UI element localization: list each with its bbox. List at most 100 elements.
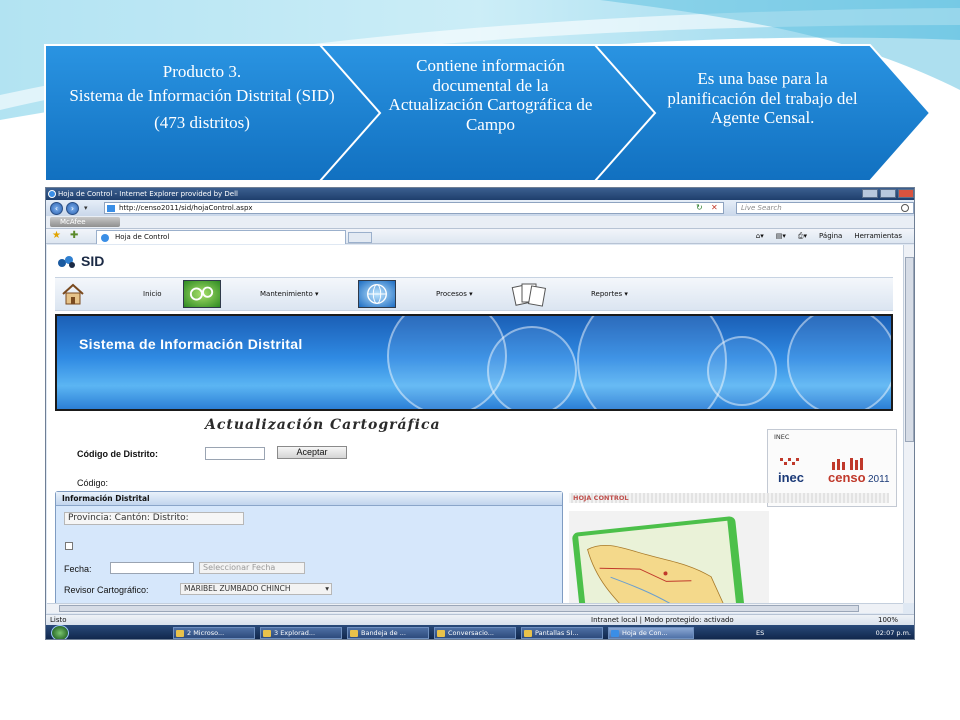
forward-button[interactable]: › (66, 202, 79, 215)
menu-procesos[interactable]: Procesos ▾ (436, 278, 473, 310)
chevron-down-icon: ▾ (624, 290, 628, 298)
aceptar-button[interactable]: Aceptar (277, 446, 347, 459)
refresh-icon[interactable]: ↻ (696, 203, 703, 212)
hoja-control-header: HOJA CONTROL (569, 493, 889, 503)
sid-logo-icon (58, 256, 75, 268)
favorites-tab-bar: ★ ✚ Hoja de Control ⌂▾ ▤▾ ⎙▾ Página Herr… (46, 229, 914, 244)
favorites-star-icon[interactable]: ★ (52, 231, 61, 241)
seleccionar-fecha-button[interactable]: Seleccionar Fecha (199, 562, 305, 574)
revisor-label: Revisor Cartográfico: (64, 585, 149, 595)
minimize-button[interactable] (862, 189, 878, 198)
page-menu[interactable]: Página (819, 232, 842, 241)
chevron-down-icon: ▾ (469, 290, 473, 298)
taskbar-item[interactable]: 3 Explorad... (260, 627, 342, 639)
chevron-down-icon: ▾ (325, 584, 329, 593)
app-icon (437, 630, 445, 637)
chevron-1-line2: Sistema de Información Distrital (SID) (69, 85, 335, 105)
revisor-value: MARIBEL ZUMBADO CHINCH (184, 584, 291, 593)
menu-procesos-label: Procesos (436, 290, 467, 298)
app-icon (263, 630, 271, 637)
info-checkbox[interactable] (65, 542, 73, 550)
censo-year: 2011 (868, 474, 890, 485)
horizontal-scrollbar[interactable] (47, 603, 903, 613)
taskbar-item-label: Hoja de Con... (622, 629, 668, 637)
new-tab-button[interactable] (348, 232, 372, 243)
tools-menu[interactable]: Herramientas (854, 232, 902, 241)
tab-label: Hoja de Control (115, 233, 170, 241)
add-favorites-icon[interactable]: ✚ (70, 231, 78, 241)
banner-bubble (707, 336, 777, 406)
tab-page-icon (101, 234, 109, 242)
info-panel-header: Información Distrital (56, 492, 562, 506)
mcafee-button[interactable]: McAfee (50, 217, 120, 227)
command-bar: ⌂▾ ▤▾ ⎙▾ Página Herramientas (756, 232, 902, 241)
app-icon (350, 630, 358, 637)
feeds-icon[interactable]: ▤▾ (776, 232, 786, 241)
address-bar-row: ‹ › ▾ http://censo2011/sid/hojaControl.a… (46, 200, 914, 216)
start-button[interactable] (51, 625, 69, 639)
taskbar-item[interactable]: Bandeja de ... (347, 627, 429, 639)
banner-bubble (787, 316, 891, 409)
taskbar-item[interactable]: 2 Microso... (173, 627, 255, 639)
location-label: Provincia: Cantón: Distrito: (64, 512, 244, 525)
codigo-distrito-label: Código de Distrito: (77, 449, 158, 459)
chevron-1-text: Producto 3. Sistema de Información Distr… (52, 62, 352, 137)
menu-inicio[interactable]: Inicio (143, 278, 162, 310)
chevron-2-text: Contiene información documental de la Ac… (388, 56, 593, 134)
menu-mantenimiento-label: Mantenimiento (260, 290, 313, 298)
taskbar-item-label: Bandeja de ... (361, 629, 406, 637)
documents-icon (510, 280, 548, 308)
app-icon (524, 630, 532, 637)
menu-reportes[interactable]: Reportes ▾ (591, 278, 628, 310)
home-cmd-icon[interactable]: ⌂▾ (756, 232, 764, 241)
menu-reportes-label: Reportes (591, 290, 623, 298)
censo-word: censo (828, 470, 866, 485)
close-button[interactable] (898, 189, 914, 198)
taskbar-item-label: 3 Explorad... (274, 629, 316, 637)
app-banner: Sistema de Información Distrital (55, 314, 893, 411)
codigo-label: Código: (77, 478, 109, 488)
url-text: http://censo2011/sid/hojaControl.aspx (119, 204, 253, 212)
taskbar-item-label: Conversacio... (448, 629, 494, 637)
print-icon[interactable]: ⎙▾ (798, 232, 807, 241)
search-input[interactable]: Live Search (736, 202, 914, 214)
back-button[interactable]: ‹ (50, 202, 63, 215)
app-icon (176, 630, 184, 637)
taskbar-item-label: 2 Microso... (187, 629, 225, 637)
gears-icon (183, 280, 221, 308)
home-icon[interactable] (61, 283, 85, 305)
info-distrital-panel: Información Distrital Provincia: Cantón:… (55, 491, 563, 603)
ie-icon (48, 190, 56, 198)
codigo-distrito-input[interactable] (205, 447, 265, 460)
fecha-label: Fecha: (64, 564, 92, 574)
hoja-control-map (569, 511, 769, 603)
browser-title: Hoja de Control - Internet Explorer prov… (58, 190, 239, 198)
system-tray: ES 02:07 p.m. (756, 627, 914, 639)
chevron-1-line1: Producto 3. (162, 62, 242, 81)
menu-mantenimiento[interactable]: Mantenimiento ▾ (260, 278, 318, 310)
taskbar-item[interactable]: Conversacio... (434, 627, 516, 639)
search-icon[interactable] (901, 204, 909, 212)
browser-titlebar: Hoja de Control - Internet Explorer prov… (46, 188, 914, 200)
scroll-thumb[interactable] (59, 605, 859, 612)
scroll-thumb[interactable] (905, 257, 914, 442)
url-field[interactable]: http://censo2011/sid/hojaControl.aspx (104, 202, 724, 214)
fecha-input[interactable] (110, 562, 194, 574)
inec-word: inec (778, 470, 804, 485)
taskbar-item-active[interactable]: Hoja de Con... (608, 627, 694, 639)
stop-icon[interactable]: ✕ (711, 203, 718, 212)
revisor-select[interactable]: MARIBEL ZUMBADO CHINCH ▾ (180, 583, 332, 595)
taskbar-item[interactable]: Pantallas SI... (521, 627, 603, 639)
banner-title: Sistema de Información Distrital (79, 336, 303, 352)
language-indicator[interactable]: ES (756, 627, 764, 639)
web-page: SID Inicio Mantenimiento ▾ Procesos ▾ Re… (47, 245, 903, 603)
sid-logo-text: SID (81, 253, 105, 269)
mcafee-toolbar: McAfee (46, 216, 914, 229)
clock[interactable]: 02:07 p.m. (876, 627, 911, 639)
app-icon (611, 630, 619, 637)
tab-hoja-de-control[interactable]: Hoja de Control (96, 230, 346, 244)
maximize-button[interactable] (880, 189, 896, 198)
chevron-1-line3: (473 distritos) (154, 113, 250, 133)
history-dropdown-icon[interactable]: ▾ (84, 204, 88, 212)
vertical-scrollbar[interactable] (903, 245, 914, 603)
